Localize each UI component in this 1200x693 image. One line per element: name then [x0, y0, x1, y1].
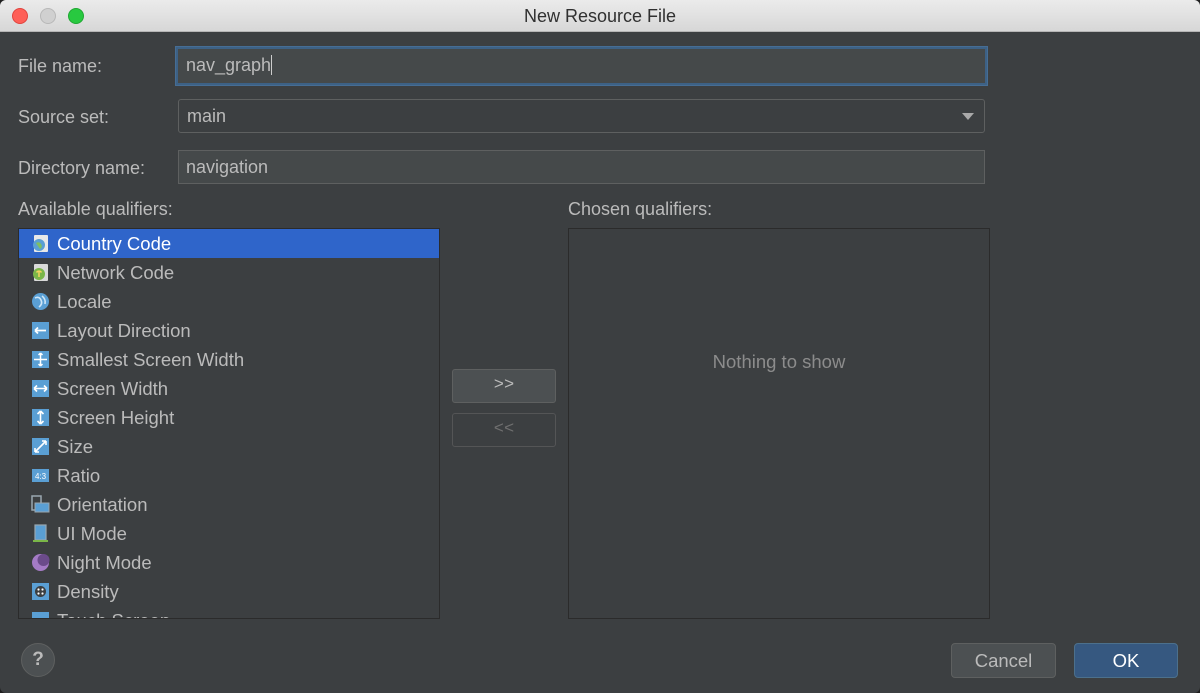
list-item-smallest-screen-width[interactable]: Smallest Screen Width	[19, 345, 439, 374]
title-bar: New Resource File	[0, 0, 1200, 32]
list-item-orientation[interactable]: Orientation	[19, 490, 439, 519]
size-icon	[32, 438, 49, 455]
list-item-label: Network Code	[57, 262, 175, 283]
list-item-screen-width[interactable]: Screen Width	[19, 374, 439, 403]
layout-direction-icon	[32, 322, 49, 339]
remove-qualifier-button[interactable]: <<	[452, 413, 556, 447]
screen-width-icon	[32, 380, 49, 397]
list-item-label: Night Mode	[57, 552, 152, 573]
list-item-network-code[interactable]: Network Code	[19, 258, 439, 287]
screen-height-icon	[32, 409, 49, 426]
smallest-width-icon	[32, 351, 49, 368]
directory-name-input[interactable]: navigation	[178, 150, 985, 184]
list-item-label: Layout Direction	[57, 320, 191, 341]
chevron-down-icon	[962, 113, 974, 120]
directory-name-label: Directory name:	[18, 158, 146, 178]
list-item-label: Density	[57, 581, 119, 602]
available-qualifiers-list[interactable]: Country Code Network Code Locale Layout …	[18, 228, 440, 619]
list-item-ratio[interactable]: 4:3 Ratio	[19, 461, 439, 490]
list-item-ui-mode[interactable]: UI Mode	[19, 519, 439, 548]
list-item-touch-screen[interactable]: Touch Screen	[19, 606, 439, 618]
ratio-icon: 4:3	[32, 469, 49, 482]
list-item-label: UI Mode	[57, 523, 127, 544]
file-name-input[interactable]: nav_graph	[176, 47, 987, 85]
orientation-icon	[31, 495, 50, 513]
file-name-label: File name:	[18, 56, 103, 76]
source-set-label: Source set:	[18, 107, 110, 127]
list-item-label: Locale	[57, 291, 112, 312]
ok-button[interactable]: OK	[1074, 643, 1178, 678]
list-item-density[interactable]: Density	[19, 577, 439, 606]
list-item-label: Orientation	[57, 494, 148, 515]
chosen-qualifiers-label: Chosen qualifiers:	[568, 199, 713, 219]
add-qualifier-button[interactable]: >>	[452, 369, 556, 403]
density-icon	[32, 583, 49, 600]
svg-text:4:3: 4:3	[35, 472, 47, 481]
list-item-label: Touch Screen	[57, 610, 170, 618]
new-resource-file-dialog: New Resource File File name: nav_graph S…	[0, 0, 1200, 693]
list-item-label: Screen Width	[57, 378, 169, 399]
list-item-label: Size	[57, 436, 93, 457]
source-set-dropdown[interactable]: main	[178, 99, 985, 133]
globe-icon	[32, 293, 49, 310]
chosen-qualifiers-list[interactable]: Nothing to show	[568, 228, 990, 619]
help-button[interactable]: ?	[21, 643, 55, 677]
list-item-size[interactable]: Size	[19, 432, 439, 461]
source-set-value: main	[187, 106, 227, 126]
list-item-label: Smallest Screen Width	[57, 349, 245, 370]
list-item-night-mode[interactable]: Night Mode	[19, 548, 439, 577]
ui-mode-icon	[33, 524, 48, 542]
empty-state-text: Nothing to show	[712, 351, 846, 372]
list-item-layout-direction[interactable]: Layout Direction	[19, 316, 439, 345]
list-item-screen-height[interactable]: Screen Height	[19, 403, 439, 432]
file-name-value: nav_graph	[186, 55, 272, 75]
list-item-label: Country Code	[57, 233, 172, 254]
list-item-locale[interactable]: Locale	[19, 287, 439, 316]
text-caret	[271, 55, 273, 75]
window-title: New Resource File	[523, 6, 677, 26]
available-qualifiers-label: Available qualifiers:	[18, 199, 173, 219]
night-mode-icon	[32, 554, 50, 571]
cancel-button[interactable]: Cancel	[951, 643, 1056, 678]
touch-screen-icon	[32, 612, 49, 618]
directory-name-value: navigation	[186, 157, 269, 177]
country-code-icon	[33, 235, 48, 252]
network-code-icon	[33, 264, 48, 281]
list-item-label: Screen Height	[57, 407, 175, 428]
list-item-country-code[interactable]: Country Code	[19, 229, 439, 258]
list-item-label: Ratio	[57, 465, 101, 486]
